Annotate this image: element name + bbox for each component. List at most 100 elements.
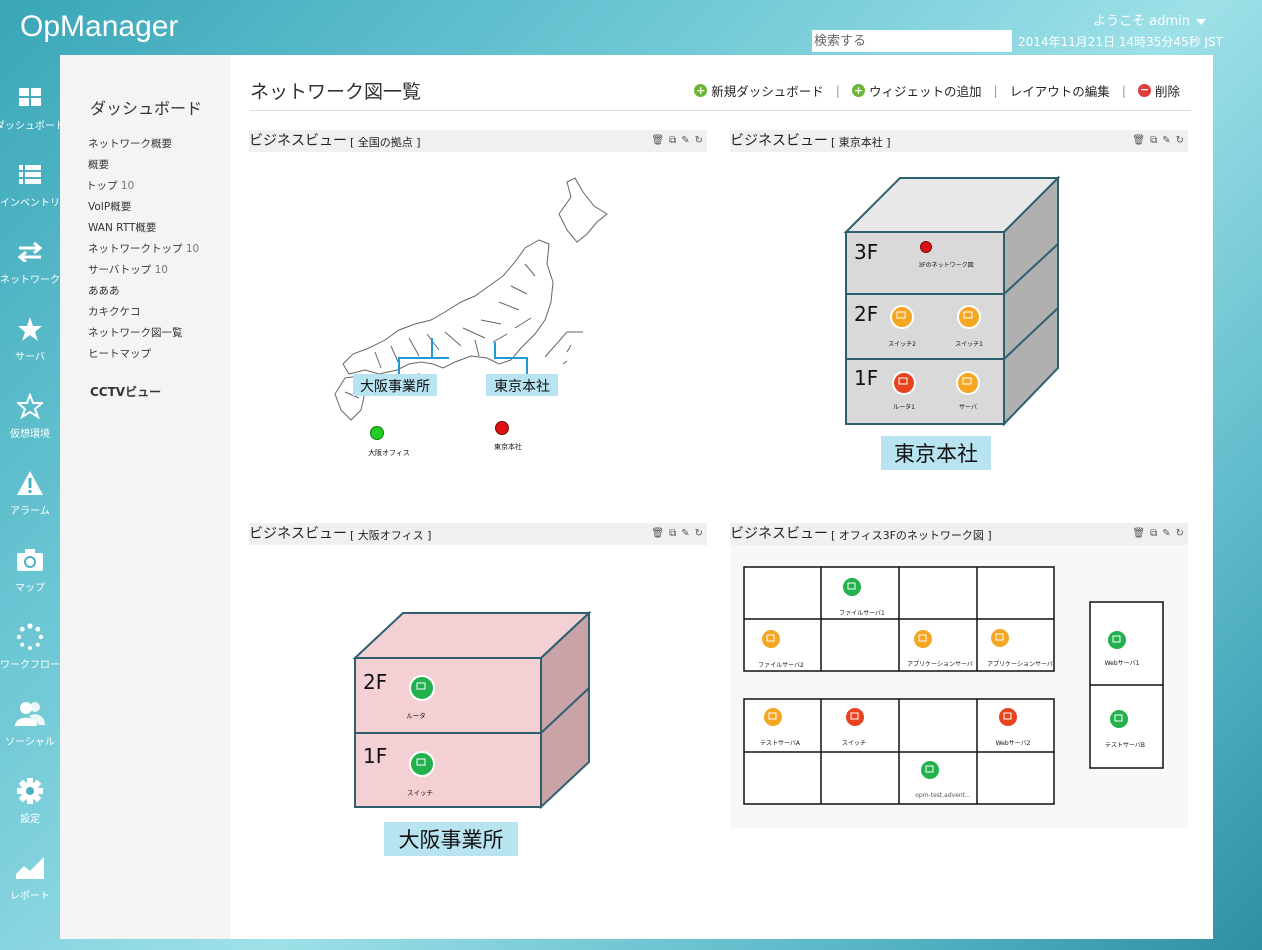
user-menu[interactable]: ようこそ admin — [1093, 10, 1206, 29]
edit-icon[interactable]: ✎ — [681, 135, 689, 146]
nav-label: 設定 — [20, 814, 40, 825]
nav-label: ソーシャル — [5, 737, 55, 748]
device-icon[interactable] — [841, 576, 863, 598]
edit-icon[interactable]: ✎ — [1162, 135, 1170, 146]
device-icon[interactable] — [890, 305, 914, 329]
svg-text:テストサーバA: テストサーバA — [760, 740, 801, 747]
dashboard-link[interactable]: 概要 — [88, 158, 199, 179]
widget-tokyo-building: ビジネスビュー [ 東京本社 ] 🗑 ⧉ ✎ ↻ 3F 2F 1F 3Fのネット… — [730, 130, 1188, 490]
minus-icon: − — [1137, 83, 1151, 97]
device-icon[interactable] — [762, 706, 784, 728]
star-icon — [17, 315, 43, 343]
svg-text:アプリケーションサーバ: アプリケーションサーバ — [987, 661, 1053, 668]
device-icon[interactable] — [409, 675, 435, 701]
widget-tools: 🗑 ⧉ ✎ ↻ — [1132, 528, 1188, 539]
dashboard-link[interactable]: ヒートマップ — [88, 347, 199, 368]
edit-icon[interactable]: ✎ — [1162, 528, 1170, 539]
trash-icon[interactable]: 🗑 — [1132, 135, 1145, 146]
device-icon[interactable] — [892, 371, 916, 395]
refresh-icon[interactable]: ↻ — [1176, 528, 1184, 539]
main-panel: ダッシュボード ネットワーク概要 概要 トップ 10 VoIP概要 WAN RT… — [60, 55, 1213, 939]
svg-text:スイッチ: スイッチ — [407, 789, 433, 797]
refresh-icon[interactable]: ↻ — [1176, 135, 1184, 146]
workflow-icon — [16, 623, 44, 651]
edit-layout-button[interactable]: レイアウトの編集 — [1010, 81, 1110, 100]
popout-icon[interactable]: ⧉ — [1150, 135, 1157, 146]
subnav-title: ダッシュボード — [90, 99, 203, 118]
device-icon[interactable] — [919, 759, 941, 781]
search-input[interactable] — [812, 30, 1012, 52]
dashboard-link[interactable]: VoIP概要 — [88, 200, 199, 221]
dashboard-link[interactable]: カキクケコ — [88, 305, 199, 326]
widget-office-3f: ビジネスビュー [ オフィス3Fのネットワーク図 ] 🗑 ⧉ ✎ ↻ ファイルサ… — [730, 523, 1188, 883]
cctv-view-link[interactable]: CCTVビュー — [90, 383, 161, 400]
nav-report[interactable]: レポート — [0, 848, 60, 925]
svg-text:テストサーバB: テストサーバB — [1105, 742, 1145, 749]
trash-icon[interactable]: 🗑 — [1132, 528, 1145, 539]
device-icon[interactable] — [997, 706, 1019, 728]
popout-icon[interactable]: ⧉ — [669, 135, 676, 146]
nav-label: マップ — [15, 583, 45, 594]
device-icon[interactable] — [956, 371, 980, 395]
trash-icon[interactable]: 🗑 — [651, 528, 664, 539]
status-dot-green[interactable] — [370, 426, 384, 440]
nav-alarm[interactable]: アラーム — [0, 463, 60, 540]
device-icon[interactable] — [409, 751, 435, 777]
device-icon[interactable] — [844, 706, 866, 728]
nav-settings[interactable]: 設定 — [0, 771, 60, 848]
dashboard-link[interactable]: ネットワーク概要 — [88, 137, 199, 158]
nav-server[interactable]: サーバ — [0, 309, 60, 386]
popout-icon[interactable]: ⧉ — [669, 528, 676, 539]
nav-virtual[interactable]: 仮想環境 — [0, 386, 60, 463]
nav-network[interactable]: ネットワーク — [0, 232, 60, 309]
svg-text:Webサーバ1: Webサーバ1 — [1105, 660, 1140, 667]
nav-map[interactable]: マップ — [0, 540, 60, 617]
widget-tools: 🗑 ⧉ ✎ ↻ — [651, 528, 707, 539]
dashboard-link[interactable]: WAN RTT概要 — [88, 221, 199, 242]
nav-dashboard[interactable]: ダッシュボード — [0, 78, 60, 155]
edit-icon[interactable]: ✎ — [681, 528, 689, 539]
refresh-icon[interactable]: ↻ — [695, 528, 703, 539]
add-widget-button[interactable]: + ウィジェットの追加 — [852, 81, 982, 100]
svg-text:ルータ: ルータ — [406, 711, 426, 720]
widget-body: 大阪事業所 東京本社 大阪オフィス 東京本社 — [249, 152, 707, 490]
app-logo: OpManager — [20, 10, 179, 43]
device-icon[interactable] — [989, 627, 1011, 649]
star-outline-icon — [17, 392, 43, 420]
floor-label: 2F — [854, 302, 878, 326]
widget-subtitle: [ オフィス3Fのネットワーク図 ] — [831, 529, 992, 542]
dashboard-link[interactable]: サーバトップ 10 — [88, 263, 199, 284]
device-icon[interactable] — [912, 628, 934, 650]
osaka-building-diagram: 2F 1F ルータ スイッチ 大阪事業所 — [352, 610, 592, 856]
widget-header: ビジネスビュー [ 大阪オフィス ] 🗑 ⧉ ✎ ↻ — [249, 523, 707, 545]
status-dot-red[interactable] — [920, 241, 932, 253]
dashboard-link[interactable]: トップ 10 — [86, 179, 199, 200]
popout-icon[interactable]: ⧉ — [1150, 528, 1157, 539]
trash-icon[interactable]: 🗑 — [651, 135, 664, 146]
device-icon[interactable] — [1106, 629, 1128, 651]
nav-workflow[interactable]: ワークフロー — [0, 617, 60, 694]
new-dashboard-button[interactable]: + 新規ダッシュボード — [694, 81, 824, 100]
delete-button[interactable]: − 削除 — [1137, 81, 1180, 100]
widget-body: ファイルサーバ1 ファイルサーバ2 アプリケーションサーバ アプリケーションサー… — [730, 545, 1188, 883]
svg-text:opm-test.advent...: opm-test.advent... — [915, 792, 971, 799]
nav-inventory[interactable]: インベントリ — [0, 155, 60, 232]
label-osaka: 大阪事業所 — [360, 379, 430, 395]
welcome-text: ようこそ admin — [1093, 14, 1190, 29]
widget-body: 3F 2F 1F 3Fのネットワーク図 スイッチ2 スイッチ1 ルータ1 サーバ… — [730, 152, 1188, 490]
network-icon — [17, 238, 43, 266]
dashboard-link-active[interactable]: ネットワーク図一覧 — [88, 326, 199, 347]
dashboard-link[interactable]: ネットワークトップ 10 — [88, 242, 199, 263]
svg-text:スイッチ2: スイッチ2 — [888, 341, 916, 348]
status-dot-red[interactable] — [495, 421, 509, 435]
label-tokyo: 東京本社 — [494, 379, 550, 395]
dashboard-link[interactable]: あああ — [88, 284, 199, 305]
nav-social[interactable]: ソーシャル — [0, 694, 60, 771]
refresh-icon[interactable]: ↻ — [695, 135, 703, 146]
japan-map: 大阪事業所 東京本社 大阪オフィス 東京本社 — [334, 177, 608, 457]
device-icon[interactable] — [1108, 708, 1130, 730]
device-icon[interactable] — [760, 628, 782, 650]
widget-title: ビジネスビュー — [730, 526, 828, 542]
device-icon[interactable] — [957, 305, 981, 329]
widget-title: ビジネスビュー — [249, 526, 347, 542]
